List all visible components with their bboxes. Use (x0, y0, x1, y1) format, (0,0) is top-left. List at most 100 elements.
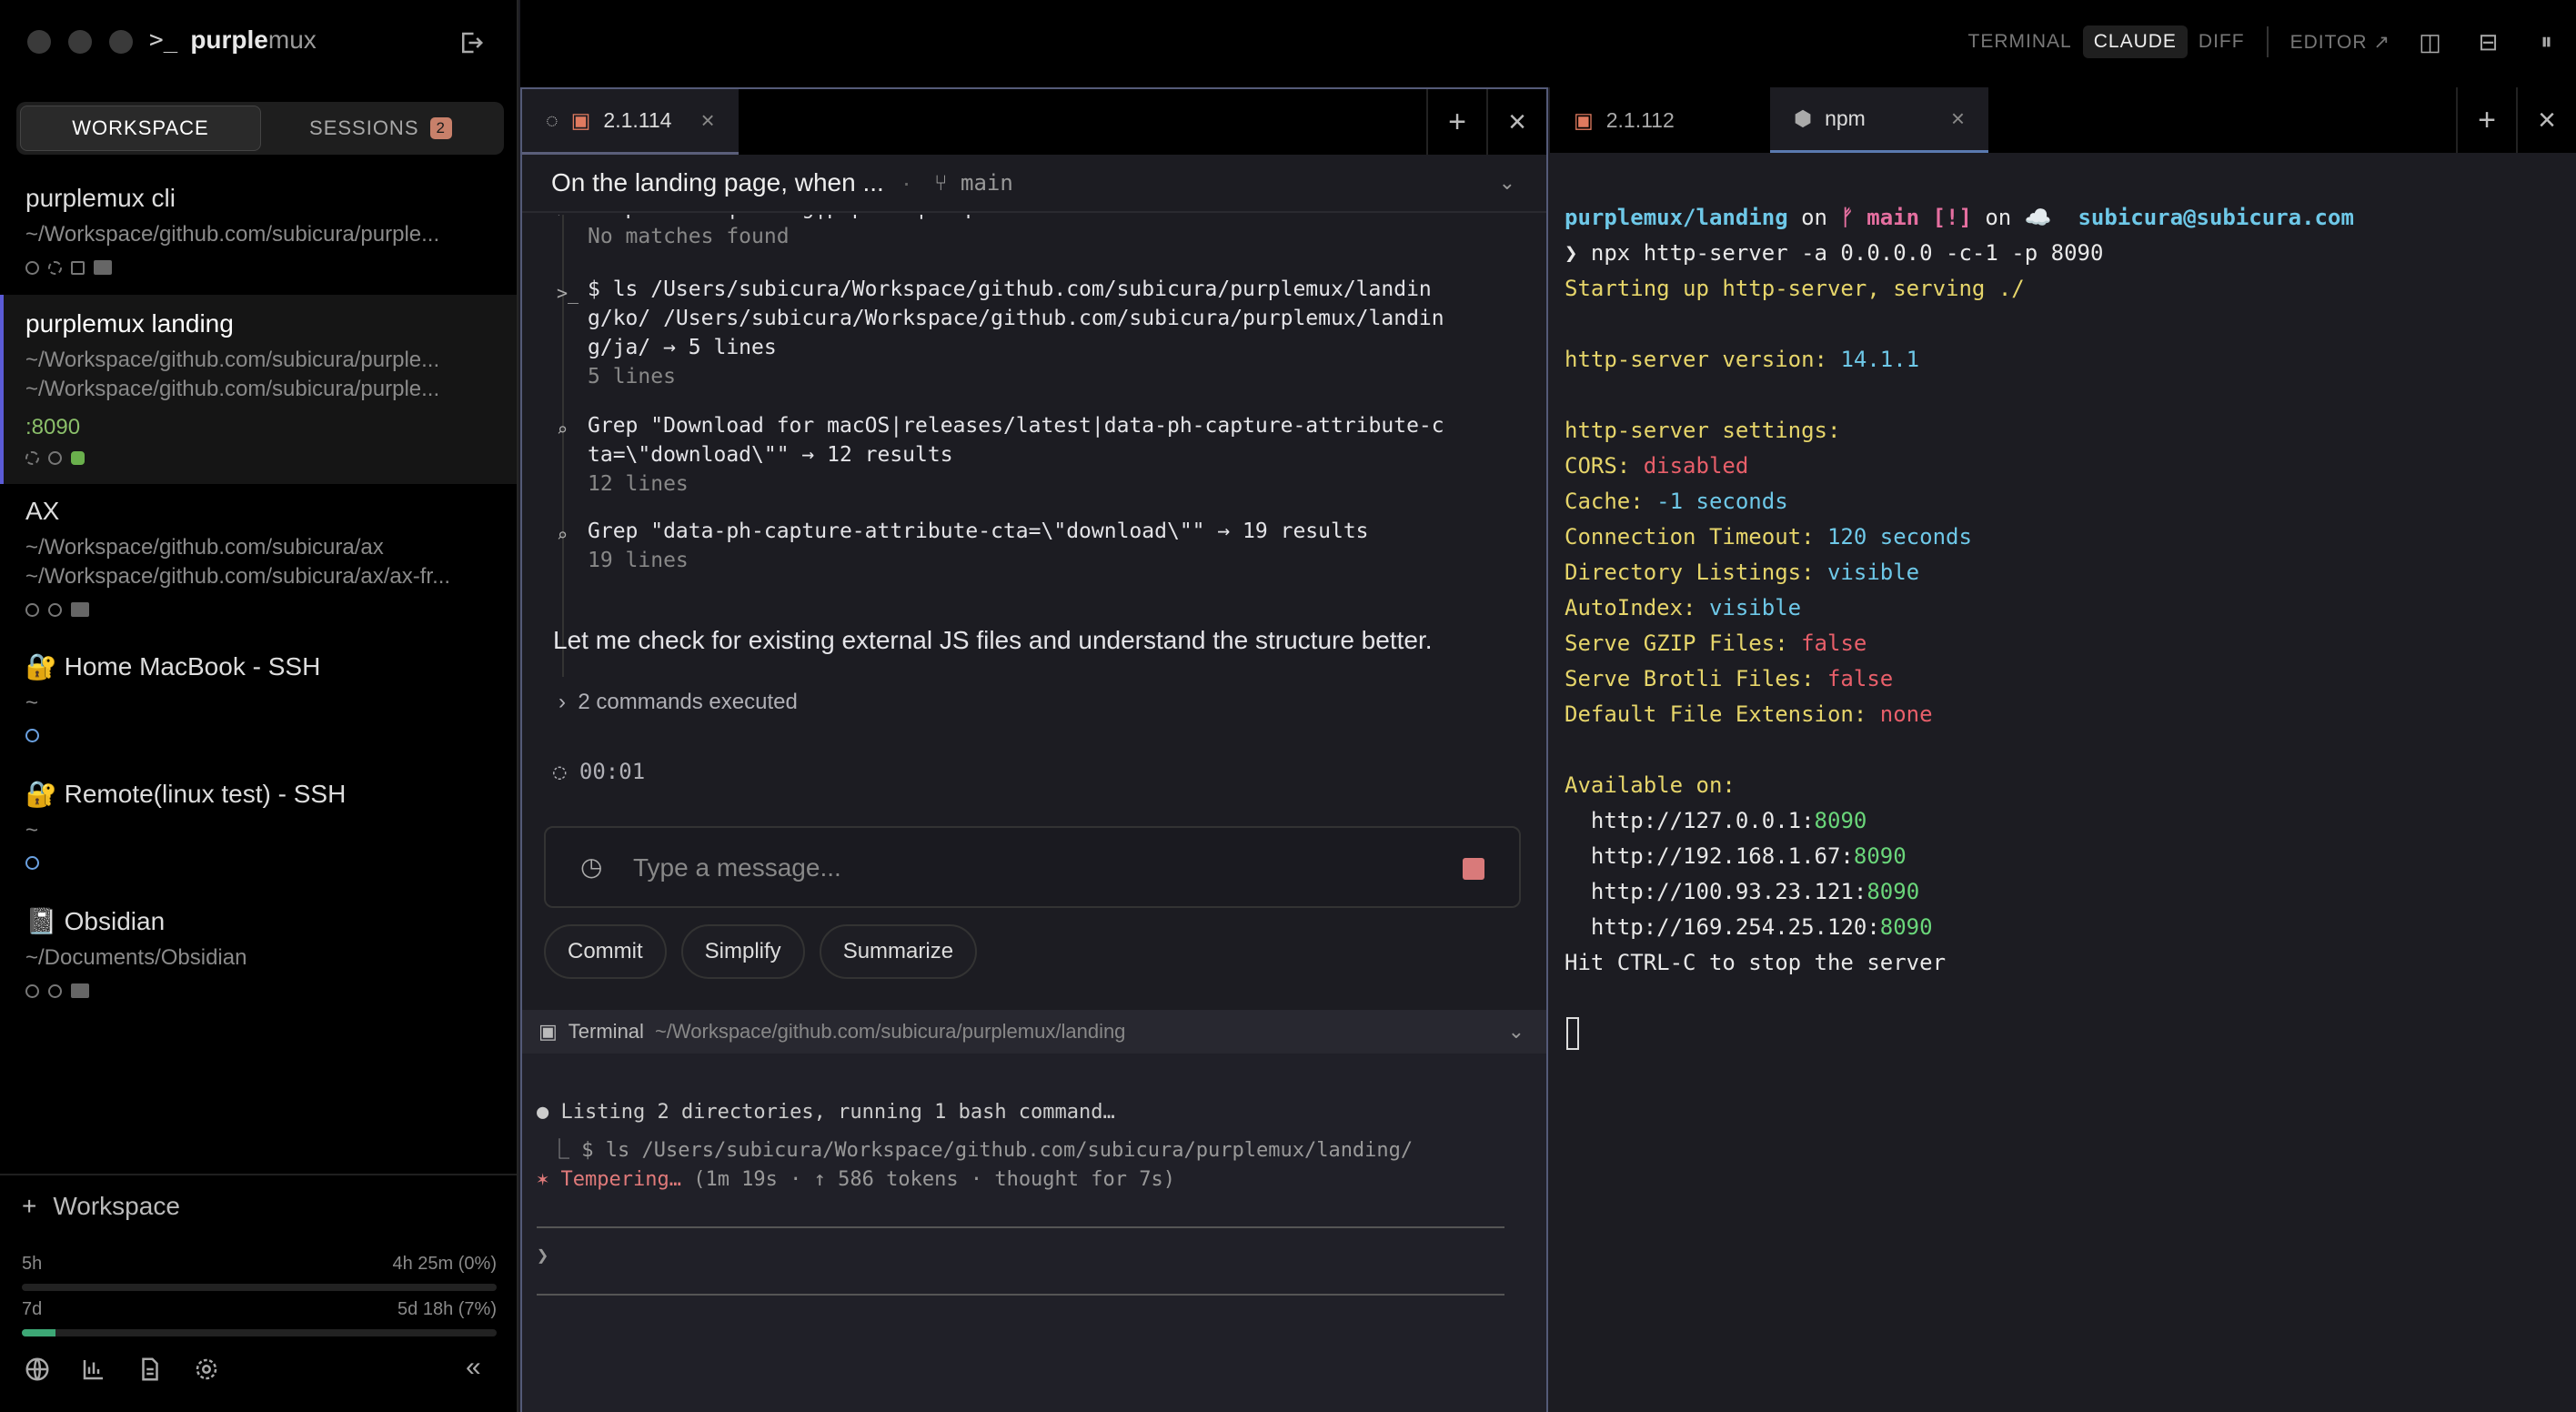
output-key: http-server version: (1565, 347, 1841, 372)
workspace-path: ~ (25, 691, 39, 715)
commands-toggle[interactable]: › 2 commands executed (558, 690, 798, 715)
tool-text-line3: g/ja/ → 5 lines (588, 336, 777, 359)
tool-call: ⌕ Grep "Download for macOS|releases/late… (557, 411, 1444, 499)
status-circle-icon (48, 983, 62, 998)
ssh-connect-icon[interactable] (25, 729, 39, 742)
message-input[interactable]: ◷ Type a message... (544, 826, 1521, 908)
output-value: disabled (1643, 453, 1749, 479)
workspace-path: ~ (25, 818, 39, 842)
split-vertical-icon[interactable]: ◫ (2401, 23, 2460, 62)
stats-icon[interactable] (80, 1356, 107, 1383)
tab-workspace[interactable]: WORKSPACE (20, 106, 261, 151)
workspace-item[interactable]: 📓 Obsidian ~/Documents/Obsidian (0, 906, 517, 998)
new-tab-button[interactable]: + (1426, 89, 1486, 155)
terminal-line: ● Listing 2 directories, running 1 bash … (537, 1101, 1115, 1124)
chevron-down-icon[interactable]: ⌄ (1499, 171, 1515, 195)
session-header[interactable]: On the landing page, when ... · ⑂ main ⌄ (522, 155, 1546, 213)
terminal-prompt-icon: >_ (557, 282, 579, 304)
output-key: Serve GZIP Files: (1565, 630, 1802, 656)
terminal-icon (94, 260, 112, 275)
output-value: visible (1826, 560, 1920, 585)
zoom-window-button[interactable] (109, 30, 133, 54)
terminal-output[interactable]: purplemux/landing on ᚠ main [!] on ☁️ su… (1550, 153, 2576, 1412)
workspace-item[interactable]: purplemux cli ~/Workspace/github.com/sub… (0, 184, 517, 293)
minimize-window-button[interactable] (68, 30, 92, 54)
tool-text-line2: g/ko/ /Users/subicura/Workspace/github.c… (588, 307, 1444, 330)
session-title: On the landing page, when ... (551, 168, 884, 197)
usage-label: 5h (22, 1254, 43, 1274)
terminal-icon (71, 983, 89, 998)
new-tab-button[interactable]: + (2456, 87, 2516, 153)
editor-button[interactable]: EDITOR ↗ (2279, 25, 2401, 59)
mode-diff[interactable]: DIFF (2188, 25, 2256, 58)
add-workspace-label: Workspace (53, 1192, 180, 1220)
summarize-button[interactable]: Summarize (819, 924, 978, 979)
mode-switcher: TERMINAL CLAUDE DIFF EDITOR ↗ ◫ ⊟ ⏸ (1957, 22, 2576, 62)
terminal-header[interactable]: ▣ Terminal ~/Workspace/github.com/subicu… (522, 1010, 1546, 1054)
workspace-port[interactable]: :8090 (25, 415, 494, 440)
pane-tab-bar: ▣ 2.1.112 ⬢ npm × + × (1550, 87, 2576, 153)
close-pane-button[interactable]: × (1486, 89, 1546, 155)
plus-icon: + (22, 1192, 37, 1220)
usage-bar (22, 1284, 497, 1291)
mode-terminal[interactable]: TERMINAL (1957, 25, 2083, 58)
usage-7d: 7d 5d 18h (7%) (22, 1299, 497, 1336)
workspace-item-selected[interactable]: purplemux landing ~/Workspace/github.com… (0, 295, 517, 484)
status-circle-icon (25, 983, 39, 998)
globe-icon[interactable] (24, 1356, 51, 1383)
split-horizontal-icon[interactable]: ⊟ (2460, 23, 2518, 62)
close-pane-button[interactable]: × (2516, 87, 2576, 153)
pause-icon[interactable]: ⏸ (2518, 22, 2576, 62)
spinner-icon (48, 260, 62, 275)
workspace-item[interactable]: 🔐 Remote(linux test) - SSH ~ (0, 779, 517, 870)
prompt-text: on ☁️ (1971, 205, 2078, 230)
workspace-item[interactable]: AX ~/Workspace/github.com/subicura/ax ~/… (0, 497, 517, 617)
claude-pane: ◌ ▣ 2.1.114 × + × On the landing page, wh… (520, 87, 1548, 1412)
add-workspace-button[interactable]: + Workspace (22, 1192, 180, 1221)
workspace-name: purplemux cli (25, 184, 176, 212)
status-circle-icon (25, 260, 39, 275)
spinner-icon: ◌ (553, 759, 567, 784)
status-circle-icon (48, 451, 62, 465)
stop-button[interactable] (1463, 858, 1484, 880)
history-icon[interactable]: ◷ (580, 852, 602, 882)
mode-claude[interactable]: CLAUDE (2082, 25, 2188, 58)
close-tab-icon[interactable]: × (700, 106, 714, 135)
input-placeholder: Type a message... (633, 853, 841, 882)
branch-icon (71, 260, 85, 275)
spinner-icon (25, 451, 39, 465)
pane-tab[interactable]: ◌ ▣ 2.1.114 × (522, 89, 739, 155)
pane-tab[interactable]: ⬢ npm × (1770, 87, 1988, 153)
chevron-down-icon[interactable]: ⌄ (1508, 1020, 1524, 1044)
sidebar: >_ purplemux WORKSPACE SESSIONS 2 purplem… (0, 0, 518, 1412)
pane-tab[interactable]: ▣ 2.1.112 (1550, 87, 1770, 153)
embedded-terminal[interactable]: ● Listing 2 directories, running 1 bash … (522, 1054, 1546, 1412)
close-tab-icon[interactable]: × (1951, 105, 1965, 133)
address-port: 8090 (1853, 843, 1907, 869)
ssh-connect-icon[interactable] (25, 856, 39, 870)
divider (2266, 26, 2269, 57)
usage-5h: 5h 4h 25m (0%) (22, 1254, 497, 1291)
sidebar-footer (24, 1356, 220, 1383)
output-value: none (1879, 701, 1933, 727)
output-value: visible (1708, 595, 1802, 620)
collapse-sidebar-icon[interactable]: « (466, 1352, 481, 1383)
document-icon[interactable] (136, 1356, 164, 1383)
tab-sessions[interactable]: SESSIONS 2 (261, 106, 500, 151)
divider (0, 1174, 517, 1175)
simplify-button[interactable]: Simplify (680, 924, 805, 979)
output-value: -1 seconds (1656, 489, 1788, 514)
close-window-button[interactable] (27, 30, 51, 54)
output-line: http-server settings: (1565, 418, 1841, 443)
terminal-cursor (1566, 1017, 1579, 1050)
spinner-icon: ◌ (546, 108, 558, 132)
workspace-item[interactable]: 🔐 Home MacBook - SSH ~ (0, 651, 517, 742)
workspace-path: ~/Documents/Obsidian (25, 945, 247, 970)
elapsed-timer: ◌ 00:01 (553, 759, 645, 784)
commit-button[interactable]: Commit (544, 924, 667, 979)
logout-icon[interactable] (457, 29, 486, 56)
sessions-count-badge: 2 (429, 117, 452, 139)
gear-icon[interactable] (193, 1356, 220, 1383)
separator-dot: · (901, 168, 911, 197)
tab-workspace-label: WORKSPACE (72, 116, 209, 139)
